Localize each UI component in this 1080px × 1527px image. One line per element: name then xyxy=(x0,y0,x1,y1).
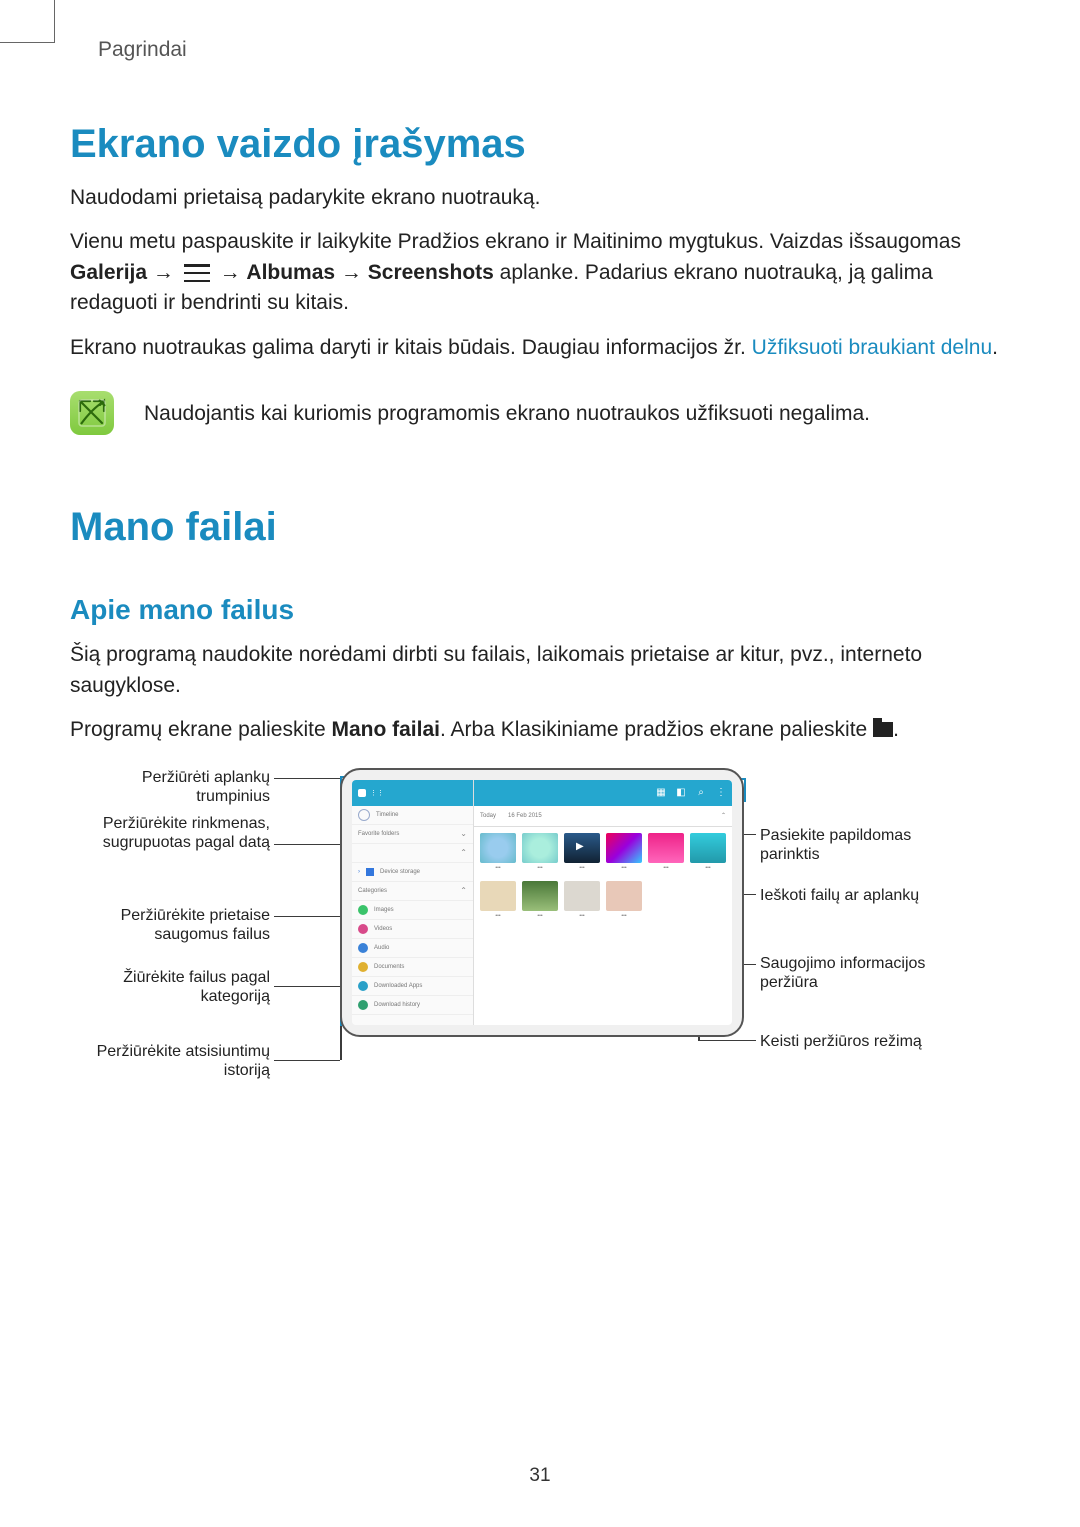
heading-my-files: Mano failai xyxy=(70,505,1010,550)
more-icon: ⋮ xyxy=(716,788,726,798)
videos-icon xyxy=(358,924,368,934)
app-screenshot-figure: Peržiūrėti aplankų trumpinius Peržiūrėki… xyxy=(70,768,1010,1108)
device-icon xyxy=(366,868,374,876)
row-dl-history: Download history xyxy=(352,996,473,1015)
para-sc-3: Ekrano nuotraukas galima daryti ir kitai… xyxy=(70,333,1010,363)
menu-icon xyxy=(184,264,210,282)
tablet-mockup: ⋮⋮ Timeline Favorite folders⌄ ⌃ ›Device … xyxy=(340,768,744,1037)
row-folders: ⌃ xyxy=(352,844,473,863)
chart-icon: ◧ xyxy=(676,788,686,798)
para-sc-1: Naudodami prietaisą padarykite ekrano nu… xyxy=(70,183,1010,213)
note-icon xyxy=(70,391,114,435)
sidebar-header: ⋮⋮ xyxy=(352,780,473,806)
para-mf-2: Programų ekrane palieskite Mano failai. … xyxy=(70,715,1010,745)
callout-device-files: Peržiūrėkite prietaise saugomus failus xyxy=(70,906,270,944)
date-row: Today16 Feb 2015⌃ xyxy=(474,806,732,827)
row-apps: Downloaded Apps xyxy=(352,977,473,996)
search-icon: ⌕ xyxy=(696,788,706,798)
callout-storage-info: Saugojimo informacijos peržiūra xyxy=(760,954,960,992)
callout-by-category: Žiūrėkite failus pagal kategoriją xyxy=(70,968,270,1006)
app-main: ▦ ◧ ⌕ ⋮ Today16 Feb 2015⌃ ▶ •••••• xyxy=(474,780,732,1025)
callout-shortcuts: Peržiūrėti aplankų trumpinius xyxy=(70,768,270,806)
subheading-about-my-files: Apie mano failus xyxy=(70,594,1010,626)
audio-icon xyxy=(358,943,368,953)
para-mf-1: Šią programą naudokite norėdami dirbti s… xyxy=(70,640,1010,701)
callout-more-options: Pasiekite papildomas parinktis xyxy=(760,826,960,864)
row-videos: Videos xyxy=(352,920,473,939)
callout-downloads: Peržiūrėkite atsisiuntimų istoriją xyxy=(70,1042,270,1080)
heading-screen-capture: Ekrano vaizdo įrašymas xyxy=(70,122,1010,167)
callout-by-date: Peržiūrėkite rinkmenas, sugrupuotas paga… xyxy=(70,814,270,852)
apps-icon xyxy=(358,981,368,991)
row-timeline: Timeline xyxy=(352,806,473,825)
row-images: Images xyxy=(352,901,473,920)
row-fav-folders: Favorite folders⌄ xyxy=(352,825,473,844)
para-sc-2: Vienu metu paspauskite ir laikykite Prad… xyxy=(70,227,1010,318)
grid-icon: ▦ xyxy=(656,788,666,798)
folder-icon xyxy=(873,722,893,737)
thumbnail-row-1: ▶ xyxy=(474,827,732,865)
link-palm-swipe[interactable]: Užfiksuoti braukiant delnu xyxy=(752,336,992,359)
row-documents: Documents xyxy=(352,958,473,977)
thumbnail-row-2 xyxy=(474,875,732,913)
row-device-storage: ›Device storage xyxy=(352,863,473,882)
images-icon xyxy=(358,905,368,915)
callout-search: Ieškoti failų ar aplankų xyxy=(760,886,960,905)
app-sidebar: ⋮⋮ Timeline Favorite folders⌄ ⌃ ›Device … xyxy=(352,780,474,1025)
documents-icon xyxy=(358,962,368,972)
page-corner-tab xyxy=(0,0,55,43)
callout-view-mode: Keisti peržiūros režimą xyxy=(760,1032,960,1051)
row-audio: Audio xyxy=(352,939,473,958)
download-icon xyxy=(358,1000,368,1010)
app-topbar: ▦ ◧ ⌕ ⋮ xyxy=(474,780,732,806)
breadcrumb: Pagrindai xyxy=(98,38,1010,62)
note-text: Naudojantis kai kuriomis programomis ekr… xyxy=(144,391,870,429)
row-categories-head: Categories⌃ xyxy=(352,882,473,901)
page-number: 31 xyxy=(0,1465,1080,1487)
clock-icon xyxy=(358,809,370,821)
